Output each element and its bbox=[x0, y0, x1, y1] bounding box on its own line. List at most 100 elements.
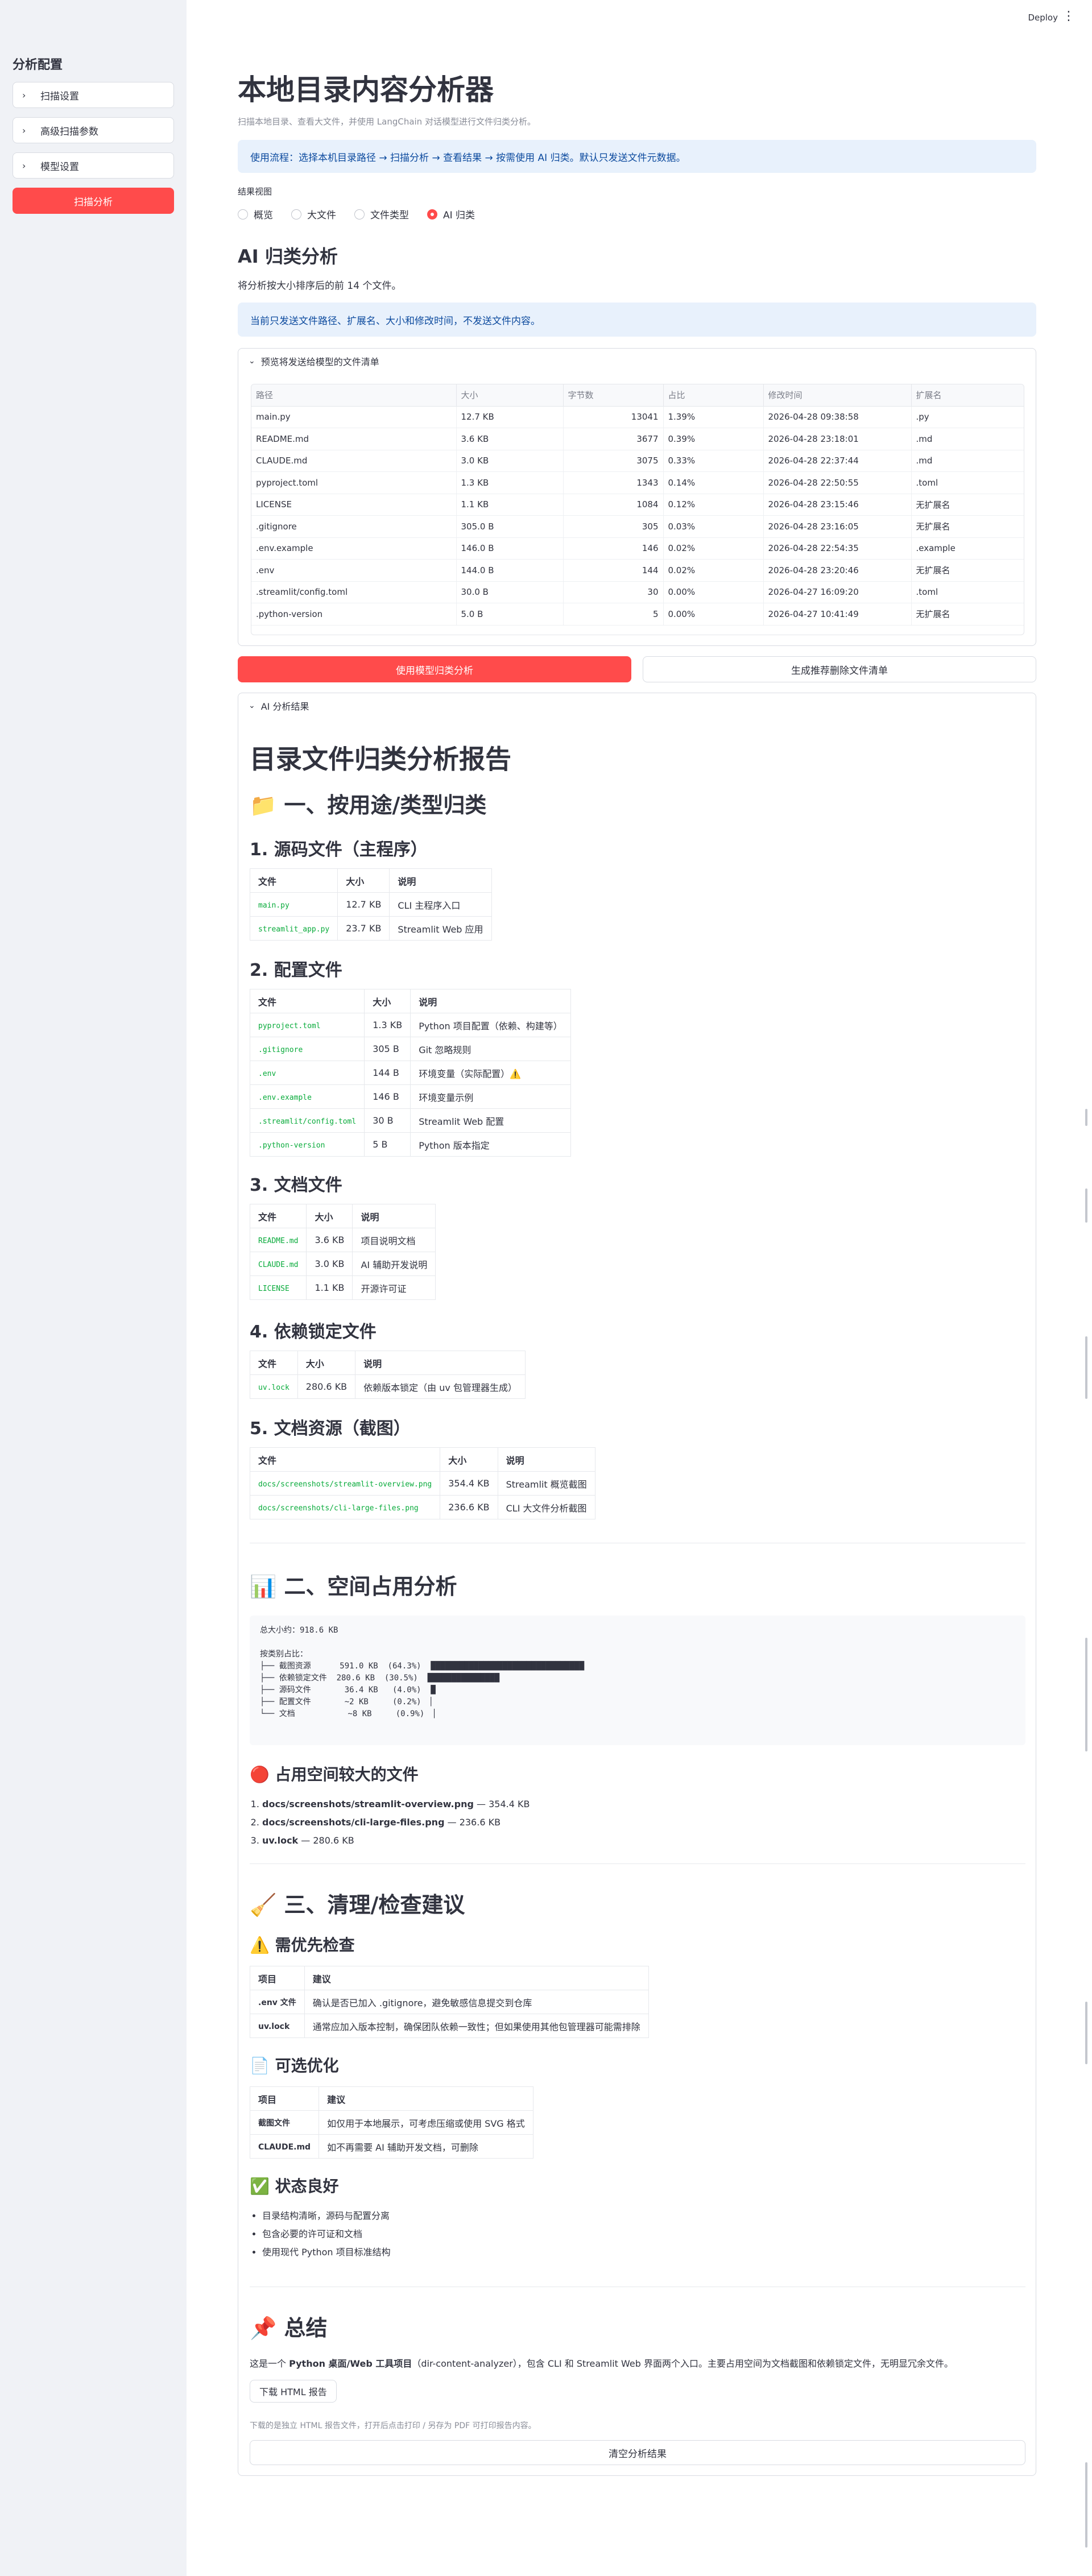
table-row[interactable]: .gitignore 305.0 B 305 0.03% 2026-04-28 23:1… bbox=[251, 515, 1024, 538]
expander-scan-settings[interactable]: › 扫描设置 bbox=[13, 82, 174, 108]
cell-text: Streamlit Web 应用 bbox=[398, 923, 483, 935]
expander-model-settings[interactable]: › 模型设置 bbox=[13, 152, 174, 179]
clear-analysis-button[interactable]: 清空分析结果 bbox=[250, 2440, 1025, 2465]
column-header[interactable]: 修改时间 bbox=[763, 384, 912, 407]
table-cell: CLI 大文件分析截图 bbox=[497, 1495, 595, 1519]
table-cell: 1.39% bbox=[663, 406, 764, 428]
table-cell: .toml bbox=[911, 471, 1024, 494]
scan-analyze-button[interactable]: 扫描分析 bbox=[13, 188, 174, 214]
cell-text: CLI 大文件分析截图 bbox=[506, 1502, 587, 1514]
table-cell: .gitignore bbox=[251, 515, 457, 538]
table-cell: README.md bbox=[251, 428, 457, 450]
good-state-heading: ✅ 状态良好 bbox=[250, 2177, 339, 2196]
radio-dot bbox=[354, 209, 365, 220]
cell-text: 3.6 KB bbox=[315, 1235, 345, 1245]
column-header[interactable]: 扩展名 bbox=[911, 384, 1024, 407]
preview-dataframe[interactable]: 路径 大小 字节数 占比 修改时间 扩展名 main.py 12.7 KB 13041 1.39… bbox=[251, 384, 1024, 635]
table-cell: LICENSE bbox=[249, 1275, 307, 1300]
table-row[interactable]: pyproject.toml 1.3 KB 1343 0.14% 2026-04-28 … bbox=[251, 471, 1024, 494]
column-header: 文件 bbox=[249, 1204, 307, 1228]
table-row[interactable]: CLAUDE.md 3.0 KB 3075 0.33% 2026-04-28 22:37… bbox=[251, 450, 1024, 472]
table-source-files: 文件 大小 说明 main.py 12.7 KB CLI 主程序入口 streamlit_a… bbox=[249, 868, 492, 941]
table-cell: 1.1 KB bbox=[306, 1275, 353, 1300]
table-cell: streamlit_app.py bbox=[249, 916, 338, 941]
table-cell: 280.6 KB bbox=[297, 1374, 356, 1399]
table-row[interactable]: .streamlit/config.toml 30.0 B 30 0.00% 2026-… bbox=[251, 581, 1024, 603]
cell-text: Git 忽略规则 bbox=[419, 1044, 471, 1055]
table-cell: 0.02% bbox=[663, 559, 764, 582]
scrollbar-tick bbox=[1085, 1336, 1087, 1399]
table-row: .streamlit/config.toml 30 B Streamlit Web … bbox=[249, 1108, 571, 1133]
column-header: 项目 bbox=[249, 2086, 320, 2111]
download-html-report-button[interactable]: 下载 HTML 报告 bbox=[250, 2380, 337, 2403]
column-header: 大小 bbox=[306, 1204, 353, 1228]
column-header[interactable]: 字节数 bbox=[563, 384, 664, 407]
table-row: CLAUDE.md 3.0 KB AI 辅助开发说明 bbox=[249, 1252, 436, 1276]
table-cell: 0.12% bbox=[663, 494, 764, 516]
table-row[interactable]: .env 144.0 B 144 0.02% 2026-04-28 23:20:46 无扩… bbox=[251, 559, 1024, 582]
ai-result-expander-header[interactable]: ⌄ AI 分析结果 bbox=[238, 693, 1036, 718]
column-header[interactable]: 大小 bbox=[456, 384, 564, 407]
cell-text: 280.6 KB bbox=[305, 1381, 348, 1392]
column-header: 说明 bbox=[497, 1447, 595, 1472]
radio-label: 文件类型 bbox=[370, 210, 409, 221]
table-cell: 305.0 B bbox=[456, 515, 564, 538]
radio-ai-classify[interactable]: AI 归类 bbox=[427, 207, 475, 221]
table-cell: Streamlit Web 应用 bbox=[389, 916, 492, 941]
preview-expander-header[interactable]: ⌄ 预览将发送给模型的文件清单 bbox=[238, 349, 1036, 374]
cell-text: 3.0 KB bbox=[315, 1258, 345, 1269]
table-cell: 30 bbox=[563, 581, 664, 603]
column-header[interactable]: 占比 bbox=[663, 384, 764, 407]
table-cell: Streamlit 概览截图 bbox=[497, 1471, 595, 1496]
column-header: 说明 bbox=[410, 989, 571, 1013]
table-cell: .env bbox=[249, 1061, 365, 1085]
cell-text: 236.6 KB bbox=[448, 1502, 490, 1513]
expander-advanced-params[interactable]: › 高级扫描参数 bbox=[13, 117, 174, 143]
table-optional: 项目 建议 截图文件 如仅用于本地展示，可考虑压缩或使用 SVG 格式 CLAUDE.m… bbox=[249, 2086, 533, 2159]
file-name: streamlit_app.py bbox=[258, 925, 330, 934]
table-cell: Streamlit Web 配置 bbox=[410, 1108, 571, 1133]
radio-file-types[interactable]: 文件类型 bbox=[354, 207, 409, 221]
column-header: 项目 bbox=[250, 1966, 305, 1990]
column-header: 文件 bbox=[249, 868, 338, 893]
cell-text: Python 版本指定 bbox=[419, 1140, 490, 1151]
table-row[interactable]: main.py 12.7 KB 13041 1.39% 2026-04-28 09:38… bbox=[251, 406, 1024, 428]
list-item: 包含必要的许可证和文档 bbox=[262, 2225, 391, 2243]
radio-large-files[interactable]: 大文件 bbox=[291, 207, 336, 221]
kebab-menu-icon[interactable]: ⋮ bbox=[1062, 9, 1075, 23]
table-cell: 146 B bbox=[364, 1084, 411, 1109]
expander-label: 高级扫描参数 bbox=[40, 126, 98, 138]
subsection-lock: 4. 依赖锁定文件 bbox=[250, 1322, 377, 1342]
classify-with-model-button[interactable]: 使用模型归类分析 bbox=[238, 656, 631, 682]
file-name: .gitignore bbox=[258, 1046, 303, 1054]
generate-cleanup-list-button[interactable]: 生成推荐删除文件清单 bbox=[643, 656, 1036, 682]
file-name: CLAUDE.md bbox=[258, 1261, 299, 1269]
file-name: docs/screenshots/cli-large-files.png bbox=[258, 1504, 419, 1513]
radio-label: AI 归类 bbox=[443, 210, 475, 221]
table-row[interactable]: LICENSE 1.1 KB 1084 0.12% 2026-04-28 23:15:4… bbox=[251, 494, 1024, 516]
radio-overview[interactable]: 概览 bbox=[238, 207, 273, 221]
table-cell: 0.33% bbox=[663, 450, 764, 472]
table-row[interactable]: .env.example 146.0 B 146 0.02% 2026-04-28 22… bbox=[251, 537, 1024, 560]
expander-label: AI 分析结果 bbox=[260, 701, 309, 712]
cell-text: 确认是否已加入 .gitignore，避免敏感信息提交到仓库 bbox=[312, 1997, 532, 2008]
usage-info-box: 使用流程：选择本机目录路径 → 扫描分析 → 查看结果 → 按需使用 AI 归类… bbox=[238, 140, 1036, 173]
table-cell: .env 文件 bbox=[250, 1990, 305, 2014]
deploy-button[interactable]: Deploy bbox=[1028, 13, 1058, 23]
subsection-screenshots: 5. 文档资源（截图） bbox=[250, 1419, 411, 1439]
table-row[interactable]: README.md 3.6 KB 3677 0.39% 2026-04-28 23:18… bbox=[251, 428, 1024, 450]
radio-dot bbox=[291, 209, 301, 220]
table-cell: 354.4 KB bbox=[440, 1471, 498, 1496]
file-name: main.py bbox=[258, 901, 289, 910]
column-header[interactable]: 路径 bbox=[251, 384, 457, 407]
cell-text: Python 项目配置（依赖、构建等） bbox=[419, 1020, 562, 1032]
table-cell: docs/screenshots/cli-large-files.png bbox=[249, 1495, 441, 1519]
summary-prefix: 这是一个 bbox=[250, 2358, 289, 2369]
table-row: LICENSE 1.1 KB 开源许可证 bbox=[249, 1275, 436, 1300]
table-cell: 0.14% bbox=[663, 471, 764, 494]
table-row[interactable]: .python-version 5.0 B 5 0.00% 2026-04-27 10:… bbox=[251, 603, 1024, 626]
table-cell: 12.7 KB bbox=[337, 892, 390, 917]
divider bbox=[250, 1863, 1025, 1864]
list-item: 目录结构清晰，源码与配置分离 bbox=[262, 2207, 391, 2225]
table-config-files: 文件 大小 说明 pyproject.toml 1.3 KB Python 项目配置（依赖… bbox=[249, 989, 571, 1157]
